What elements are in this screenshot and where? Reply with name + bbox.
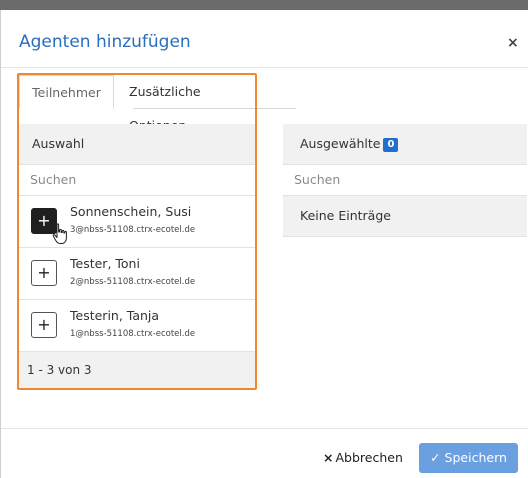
- selected-panel-header: Ausgewählte 0: [283, 124, 527, 165]
- hand-pointer-icon: [52, 223, 67, 244]
- save-button[interactable]: ✓ Speichern: [419, 443, 518, 473]
- cancel-label: Abbrechen: [335, 450, 403, 465]
- save-label: Speichern: [444, 450, 507, 465]
- header-divider: [1, 67, 528, 68]
- empty-state: Keine Einträge: [283, 196, 527, 237]
- selected-panel: Ausgewählte 0 Suchen Keine Einträge: [283, 124, 527, 238]
- check-icon: ✓: [430, 450, 441, 465]
- close-icon: ×: [323, 450, 334, 465]
- selected-panel-title: Ausgewählte: [300, 136, 381, 151]
- dialog-title: Agenten hinzufügen: [19, 32, 191, 52]
- close-icon[interactable]: ×: [507, 35, 519, 51]
- footer-divider: [1, 428, 528, 429]
- window-top-bar: [0, 0, 528, 10]
- selected-count-badge: 0: [383, 138, 399, 152]
- search-input[interactable]: Suchen: [283, 165, 527, 196]
- cancel-button[interactable]: × Abbrechen: [323, 450, 403, 465]
